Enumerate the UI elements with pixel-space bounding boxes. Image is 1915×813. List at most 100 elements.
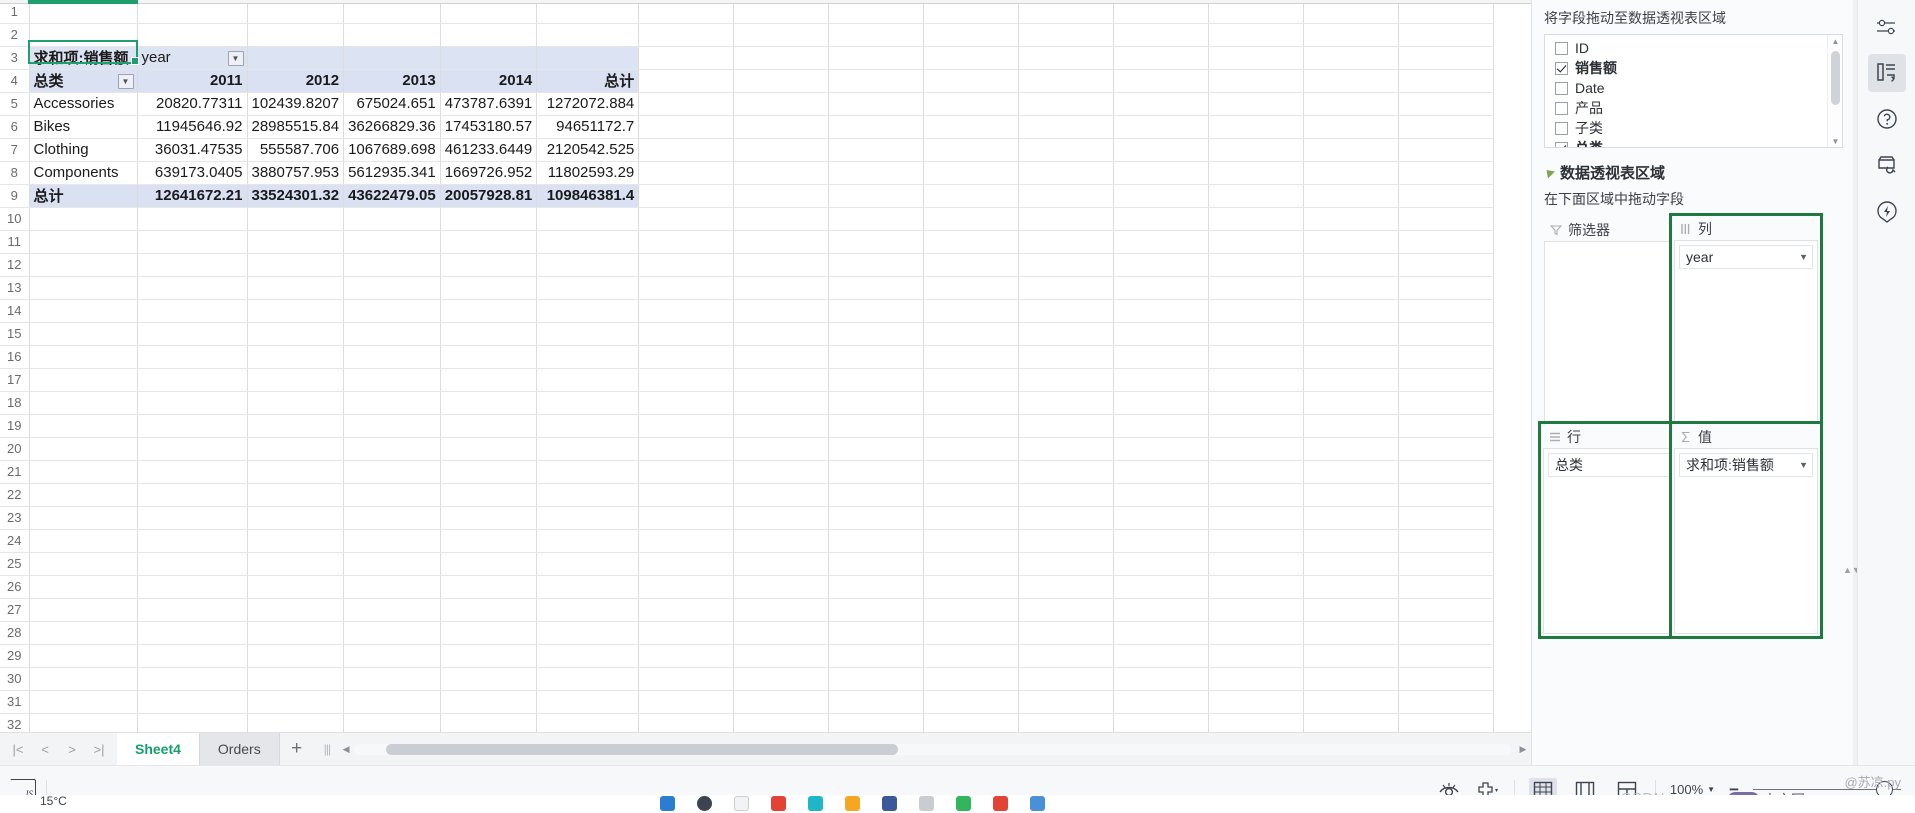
cell-blank[interactable]: [247, 437, 345, 461]
row-header[interactable]: 27: [0, 598, 30, 622]
taskbar-icon-2[interactable]: [697, 796, 712, 811]
data-cell[interactable]: 473787.6391: [440, 92, 538, 116]
cell-blank[interactable]: [923, 92, 1020, 116]
table-row[interactable]: 17: [0, 368, 1495, 392]
cell-blank[interactable]: [1398, 575, 1495, 599]
cell-blank[interactable]: [440, 483, 538, 507]
cell-blank[interactable]: [638, 598, 735, 622]
cell-blank[interactable]: [440, 460, 538, 484]
cell-blank[interactable]: [733, 552, 830, 576]
cell-blank[interactable]: [1018, 391, 1115, 415]
cell-blank[interactable]: [536, 230, 640, 254]
cell-blank[interactable]: [1303, 322, 1400, 346]
cell-blank[interactable]: [1018, 207, 1115, 231]
cell-blank[interactable]: [343, 322, 441, 346]
cell-blank[interactable]: [733, 138, 830, 162]
cell-blank[interactable]: [733, 23, 830, 47]
panel-scroll-marker[interactable]: ▲▼: [1843, 565, 1861, 579]
table-row[interactable]: 7 Clothing 36031.47535 555587.706 1067689.69…: [0, 138, 1495, 162]
data-cell[interactable]: 3880757.953: [247, 161, 345, 185]
row-header[interactable]: 18: [0, 391, 30, 415]
row-header[interactable]: 6: [0, 115, 30, 139]
chevron-down-icon[interactable]: ▼: [1795, 460, 1808, 470]
cell-blank[interactable]: [828, 92, 925, 116]
cell-blank[interactable]: [828, 115, 925, 139]
cell-blank[interactable]: [638, 322, 735, 346]
cell-blank[interactable]: [1018, 92, 1115, 116]
cell-blank[interactable]: [1018, 138, 1115, 162]
row-header[interactable]: 26: [0, 575, 30, 599]
horizontal-scroll-area[interactable]: ||| ◀ ▶: [314, 733, 1531, 766]
cell-blank[interactable]: [247, 23, 345, 47]
cell-blank[interactable]: [733, 529, 830, 553]
data-cell[interactable]: 555587.706: [247, 138, 345, 162]
cell-blank[interactable]: [137, 575, 248, 599]
cell-blank[interactable]: [1208, 299, 1305, 323]
cell-blank[interactable]: [29, 552, 138, 576]
cell-blank[interactable]: [1018, 529, 1115, 553]
horizontal-scroll-thumb[interactable]: [386, 743, 899, 755]
data-cell[interactable]: 461233.6449: [440, 138, 538, 162]
cell-blank[interactable]: [1303, 23, 1400, 47]
cell-blank[interactable]: [1398, 69, 1495, 93]
cell-blank[interactable]: [638, 552, 735, 576]
taskbar-icon-3[interactable]: [734, 796, 749, 811]
scroll-grip-icon[interactable]: |||: [324, 742, 331, 756]
cell-blank[interactable]: [29, 391, 138, 415]
cell-blank[interactable]: [1398, 506, 1495, 530]
cell-blank[interactable]: [137, 598, 248, 622]
cell-blank[interactable]: [1398, 690, 1495, 714]
field-list-item-ID[interactable]: ID: [1545, 38, 1842, 58]
cell-blank[interactable]: [1113, 529, 1210, 553]
cell-blank[interactable]: [137, 552, 248, 576]
cell-blank[interactable]: [1018, 621, 1115, 645]
field-list[interactable]: ID 销售额 Date 产品 子类 总类 ▲ ▼: [1544, 34, 1843, 148]
cell-blank[interactable]: [1208, 253, 1305, 277]
cell-blank[interactable]: [29, 460, 138, 484]
table-row[interactable]: 29: [0, 644, 1495, 668]
cell-blank[interactable]: [1113, 46, 1210, 70]
cell-blank[interactable]: [638, 253, 735, 277]
row-header[interactable]: 12: [0, 253, 30, 277]
field-checkbox[interactable]: [1555, 61, 1568, 75]
cell-blank[interactable]: [828, 575, 925, 599]
cell-blank[interactable]: [440, 230, 538, 254]
grand-total-cell[interactable]: 20057928.81: [440, 184, 538, 208]
cell-blank[interactable]: [536, 437, 640, 461]
data-cell[interactable]: 11945646.92: [137, 115, 248, 139]
cell-blank[interactable]: [733, 437, 830, 461]
grand-total-cell[interactable]: 43622479.05: [343, 184, 441, 208]
sheet-tab-sheet4[interactable]: Sheet4: [117, 732, 200, 766]
cell-blank[interactable]: [828, 230, 925, 254]
collapse-triangle-icon[interactable]: [1542, 166, 1556, 179]
cell-blank[interactable]: [1398, 115, 1495, 139]
pivot-value-title[interactable]: 求和项:销售额: [29, 46, 138, 70]
cell-blank[interactable]: [923, 253, 1020, 277]
cell-blank[interactable]: [1303, 414, 1400, 438]
table-row[interactable]: 25: [0, 552, 1495, 576]
cell-blank[interactable]: [923, 207, 1020, 231]
cell-blank[interactable]: [733, 161, 830, 185]
cell-blank[interactable]: [1398, 207, 1495, 231]
sheet-tab-orders[interactable]: Orders: [199, 732, 280, 766]
row-header[interactable]: 10: [0, 207, 30, 231]
cell-blank[interactable]: [1018, 713, 1115, 732]
data-cell[interactable]: 2120542.525: [536, 138, 640, 162]
row-label[interactable]: Components: [29, 161, 138, 185]
cell-blank[interactable]: [1398, 184, 1495, 208]
cell-blank[interactable]: [923, 276, 1020, 300]
cell-blank[interactable]: [1398, 253, 1495, 277]
cell-blank[interactable]: [440, 598, 538, 622]
cell-blank[interactable]: [29, 667, 138, 691]
table-row[interactable]: 24: [0, 529, 1495, 553]
row-label[interactable]: Bikes: [29, 115, 138, 139]
taskbar-icon-11[interactable]: [1030, 796, 1045, 811]
taskbar-icon-1[interactable]: [660, 796, 675, 811]
cell-blank[interactable]: [1303, 253, 1400, 277]
field-checkbox[interactable]: [1555, 101, 1568, 115]
cell-blank[interactable]: [923, 115, 1020, 139]
cell-blank[interactable]: [1018, 69, 1115, 93]
cell-blank[interactable]: [29, 207, 138, 231]
cell-blank[interactable]: [137, 460, 248, 484]
cell-blank[interactable]: [638, 184, 735, 208]
